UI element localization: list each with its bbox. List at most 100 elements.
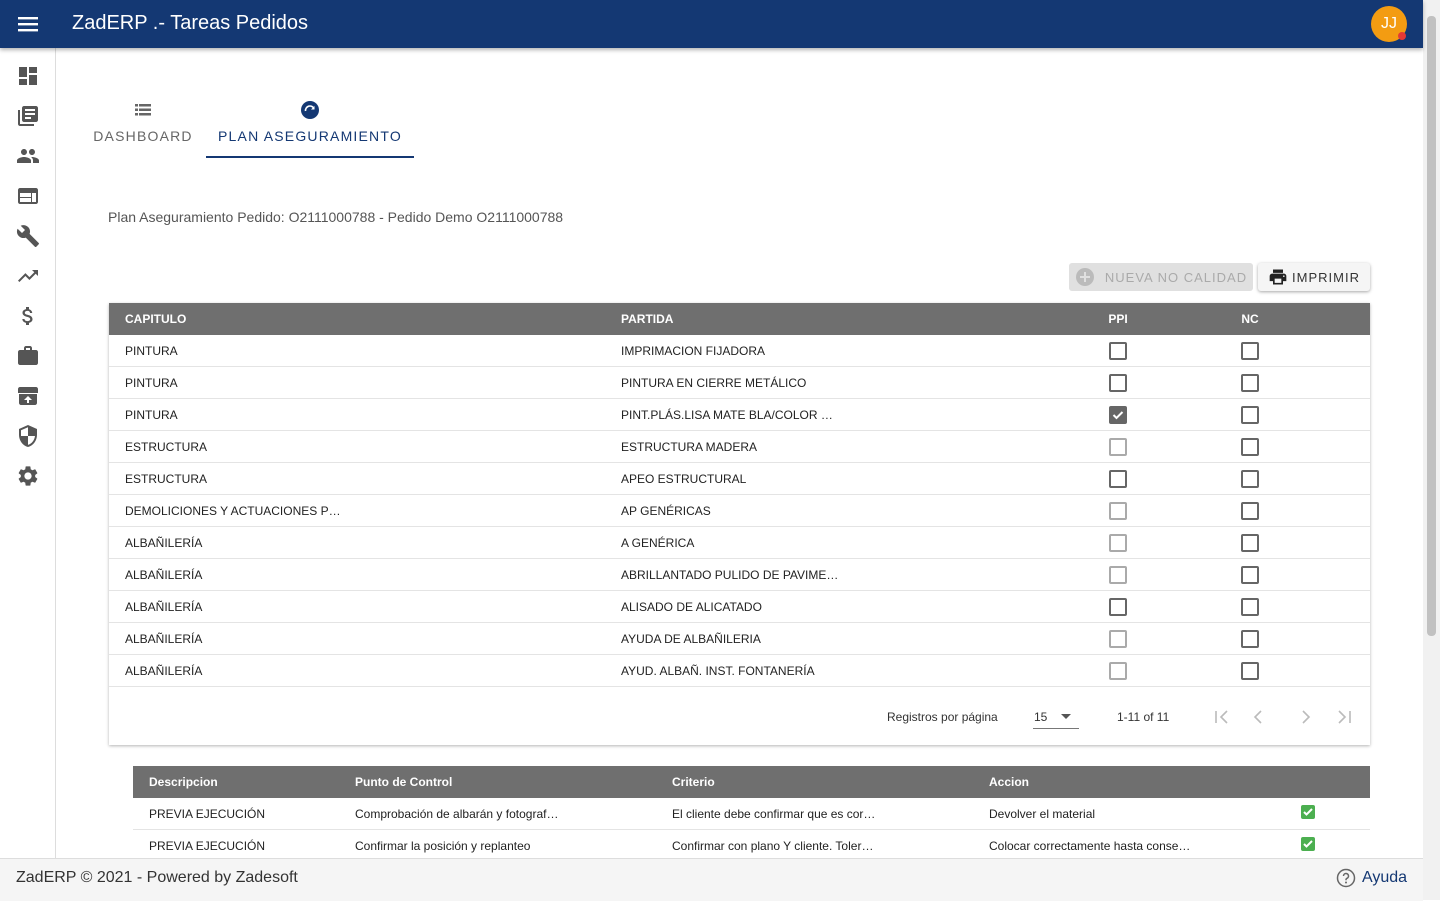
ppi-checkbox[interactable] [1109,469,1127,488]
cell-capitulo: PINTURA [109,335,605,367]
check-icon [1112,410,1124,419]
notification-dot [1398,32,1406,40]
cell-partida: ABRILLANTADO PULIDO DE PAVIME… [605,558,1052,591]
nc-checkbox[interactable] [1241,565,1259,584]
cell-capitulo: DEMOLICIONES Y ACTUACIONES P… [109,494,605,527]
library-icon[interactable] [16,104,40,128]
hamburger-menu-icon[interactable] [12,10,44,38]
first-page-icon[interactable] [1213,708,1231,726]
app-title: ZadERP .- Tareas Pedidos [72,12,309,34]
cell-capitulo: ESTRUCTURA [109,462,605,495]
cell-partida: APEO ESTRUCTURAL [605,462,1052,495]
ppi-checkbox[interactable] [1109,437,1127,456]
cell-partida: ESTRUCTURA MADERA [605,430,1052,463]
add-circle-icon [1075,268,1094,286]
partidas-table: CAPITULO PARTIDA PPI NC PINTURA IMPRIMACI… [109,303,1370,687]
cell-punto-control: Confirmar la posición y replanteo [339,829,656,858]
checked-box-icon[interactable] [1301,837,1315,851]
cell-criterio: Confirmar con plano Y cliente. Toler… [656,829,973,858]
cell-capitulo: ESTRUCTURA [109,430,605,463]
wrench-icon[interactable] [16,224,40,248]
table-row: PREVIA EJECUCIÓN Comprobación de albarán … [133,798,1370,830]
help-label: Ayuda [1362,869,1408,886]
ppi-checkbox[interactable] [1109,373,1127,392]
table-row: ALBAÑILERÍA ABRILLANTADO PULIDO DE PAVIME… [109,558,1370,591]
cell-punto-control: Comprobación de albarán y fotograf… [339,798,656,830]
gear-icon[interactable] [16,464,40,488]
col-nc: NC [1184,303,1316,335]
cell-partida: IMPRIMACION FIJADORA [605,335,1052,367]
ppi-checkbox[interactable] [1109,405,1127,424]
checked-box-icon[interactable] [1301,805,1315,819]
nc-checkbox[interactable] [1241,405,1259,424]
next-page-icon[interactable] [1297,708,1315,726]
people-icon[interactable] [16,144,40,168]
cell-partida: PINT.PLÁS.LISA MATE BLA/COLOR … [605,398,1052,431]
rows-per-page-value: 15 [1034,710,1048,724]
cell-capitulo: PINTURA [109,366,605,399]
printer-icon [1269,269,1287,285]
cell-capitulo: ALBAÑILERÍA [109,526,605,559]
help-link[interactable]: Ayuda [1336,868,1407,888]
partidas-table-card: CAPITULO PARTIDA PPI NC PINTURA IMPRIMACI… [109,303,1370,745]
cell-accion: Colocar correctamente hasta conse… [973,829,1285,858]
list-icon [135,104,151,116]
cell-descripcion: PREVIA EJECUCIÓN [133,798,339,830]
scrollbar-thumb[interactable] [1427,16,1436,636]
ppi-checkbox[interactable] [1109,533,1127,552]
footer: ZadERP © 2021 - Powered by Zadesoft Ayud… [0,858,1423,901]
col-capitulo: CAPITULO [109,303,605,335]
nc-checkbox[interactable] [1241,533,1259,552]
col-criterio: Criterio [656,766,973,798]
app-bar: ZadERP .- Tareas Pedidos JJ [0,0,1423,48]
previous-page-icon[interactable] [1249,708,1267,726]
imprimir-button[interactable]: IMPRIMIR [1258,263,1370,291]
nc-checkbox[interactable] [1241,437,1259,456]
shield-icon[interactable] [16,424,40,448]
cell-partida: A GENÉRICA [605,526,1052,559]
control-points-card: Descripcion Punto de Control Criterio Ac… [133,766,1370,858]
web-icon[interactable] [16,184,40,208]
sidebar [0,48,56,858]
ppi-checkbox[interactable] [1109,661,1127,680]
col-partida: PARTIDA [605,303,1052,335]
briefcase-icon[interactable] [16,344,40,368]
dashboard-icon[interactable] [16,64,40,88]
nueva-no-calidad-label: NUEVA NO CALIDAD [1104,269,1248,285]
ppi-checkbox[interactable] [1109,341,1127,360]
table-row: ESTRUCTURA ESTRUCTURA MADERA [109,430,1370,463]
table-row: ALBAÑILERÍA ALISADO DE ALICATADO [109,590,1370,623]
last-page-icon[interactable] [1335,708,1353,726]
nueva-no-calidad-button[interactable]: NUEVA NO CALIDAD [1069,263,1253,291]
nc-checkbox[interactable] [1241,341,1259,360]
dollar-icon[interactable] [16,304,40,328]
ppi-checkbox[interactable] [1109,501,1127,520]
tab-dashboard[interactable]: DASHBOARD [88,96,198,156]
col-ppi: PPI [1052,303,1184,335]
nc-checkbox[interactable] [1241,661,1259,680]
pagination: Registros por página 15 1-11 of 11 [109,688,1370,745]
cell-partida: AYUDA DE ALBAÑILERIA [605,622,1052,655]
tab-plan-aseguramiento[interactable]: PLAN ASEGURAMIENTO [206,96,414,158]
table-row: PINTURA PINT.PLÁS.LISA MATE BLA/COLOR … [109,398,1370,431]
scrollbar[interactable] [1423,0,1440,900]
help-icon [1336,868,1356,888]
table-row: ALBAÑILERÍA AYUD. ALBAÑ. INST. FONTANERÍA [109,654,1370,687]
nc-checkbox[interactable] [1241,501,1259,520]
nc-checkbox[interactable] [1241,469,1259,488]
nc-checkbox[interactable] [1241,597,1259,616]
archive-icon[interactable] [16,384,40,408]
ppi-checkbox[interactable] [1109,565,1127,584]
table-row: PREVIA EJECUCIÓN Confirmar la posición y … [133,829,1370,858]
tab-dashboard-label: DASHBOARD [93,128,193,144]
nc-checkbox[interactable] [1241,629,1259,648]
nc-checkbox[interactable] [1241,373,1259,392]
cell-capitulo: ALBAÑILERÍA [109,590,605,623]
cell-capitulo: ALBAÑILERÍA [109,654,605,687]
rows-per-page-select[interactable]: 15 [1033,702,1079,729]
ppi-checkbox[interactable] [1109,629,1127,648]
trending-up-icon[interactable] [16,264,40,288]
table-row: ESTRUCTURA APEO ESTRUCTURAL [109,462,1370,495]
ppi-checkbox[interactable] [1109,597,1127,616]
cell-partida: ALISADO DE ALICATADO [605,590,1052,623]
